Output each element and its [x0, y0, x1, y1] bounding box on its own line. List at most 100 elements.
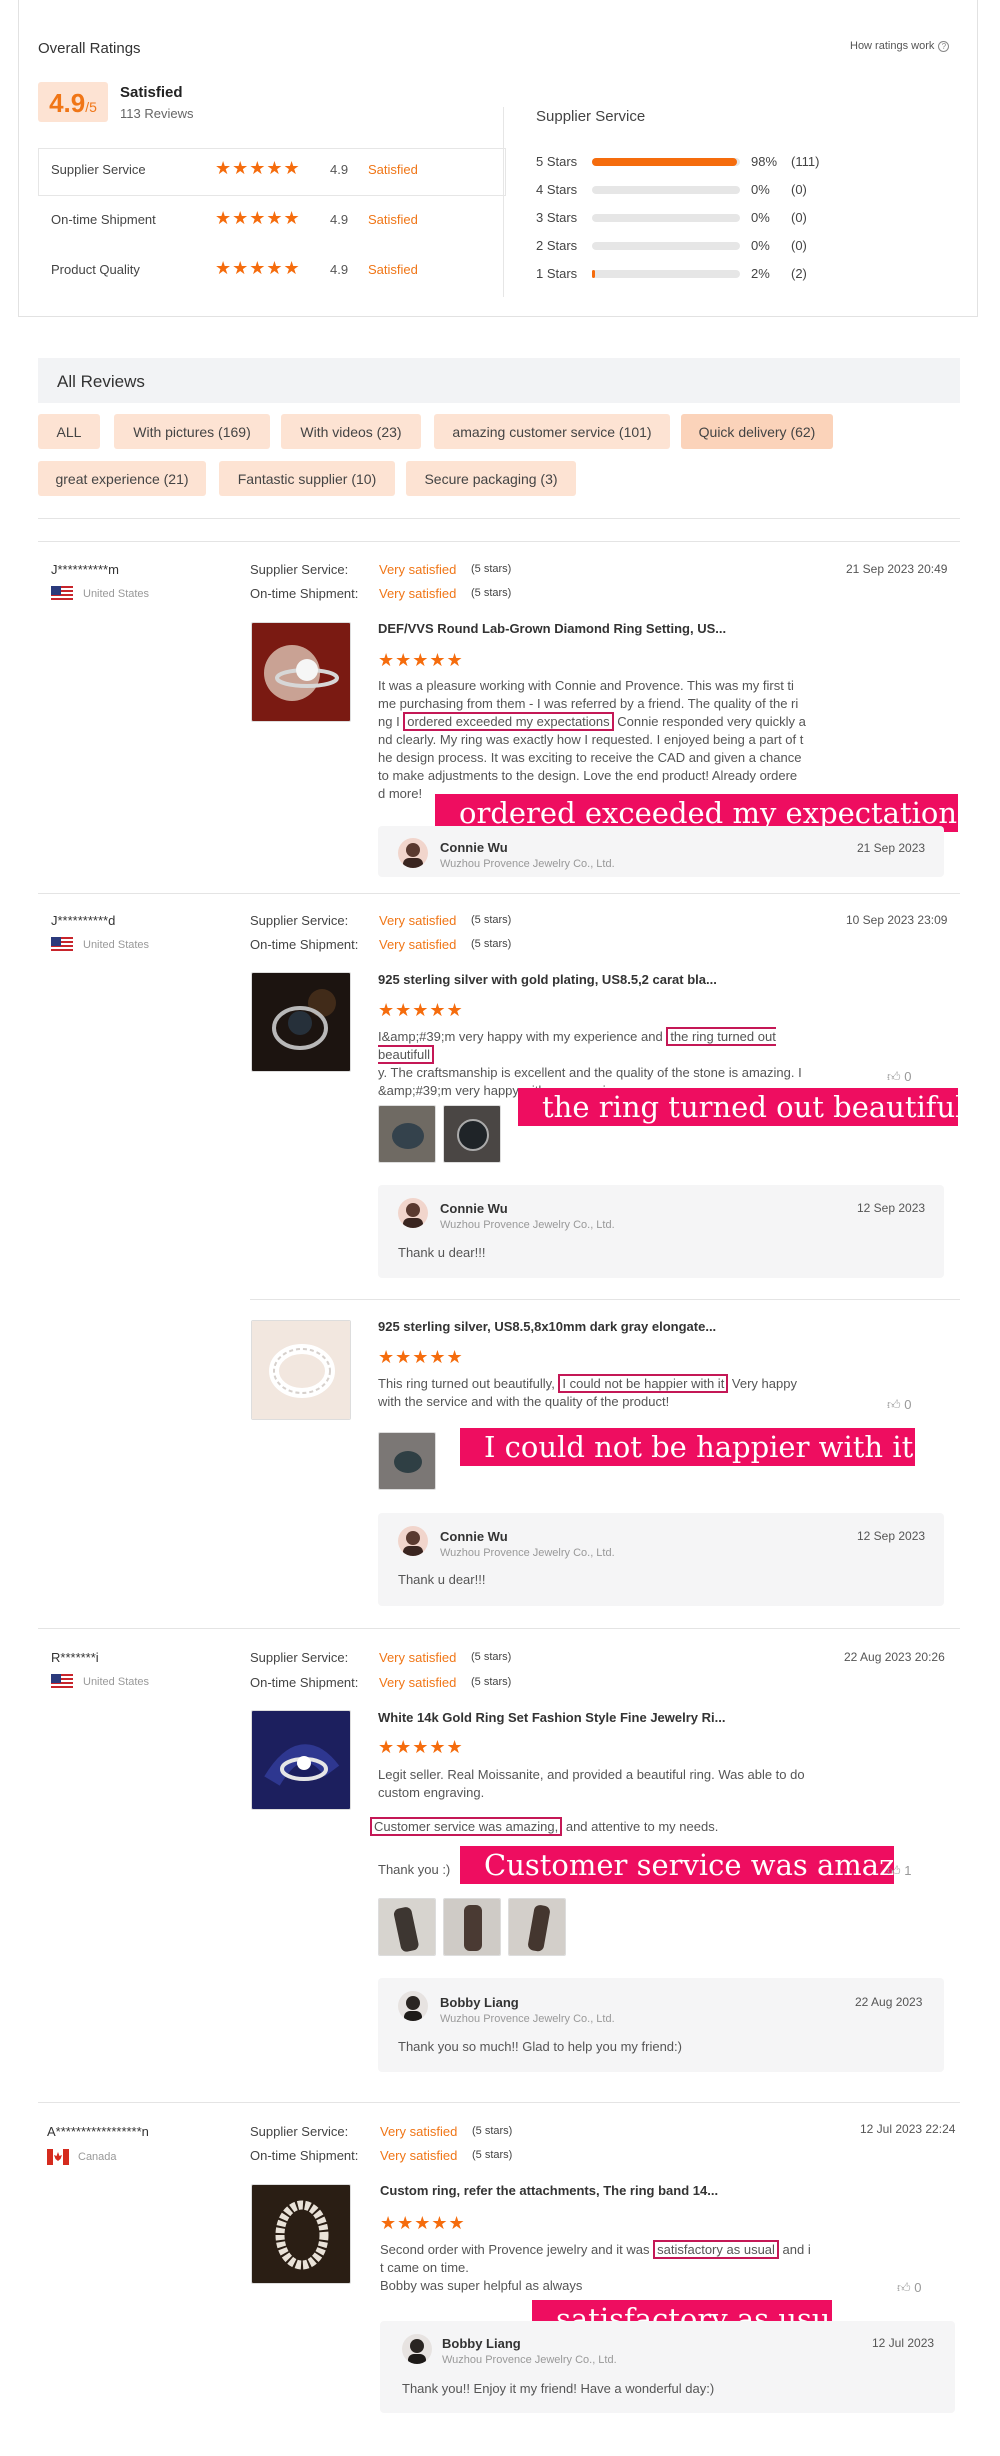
distribution-label: 2 Stars [536, 238, 578, 253]
replier-name: Connie Wu [440, 1201, 508, 1216]
product-image[interactable] [251, 2184, 351, 2284]
distribution-bar-fill [592, 270, 595, 278]
distribution-count: (2) [791, 266, 807, 281]
stars-count: (5 stars) [471, 563, 512, 575]
supplier-reply [380, 2321, 955, 2413]
ontime-shipment-label: On-time Shipment: [250, 1675, 359, 1690]
reviewer-country: United States [83, 1676, 150, 1688]
us-flag-icon [51, 937, 73, 953]
ontime-shipment-rating: Very satisfied [379, 1675, 457, 1690]
review-text: Thank you :) [378, 1862, 451, 1877]
highlight-phrase: Customer service was amazing, [370, 1817, 563, 1836]
score-max: /5 [85, 99, 97, 115]
filter-with-videos[interactable]: With videos (23) [281, 414, 421, 449]
stars-count: (5 stars) [471, 587, 512, 599]
reviewer-country: United States [83, 588, 150, 600]
distribution-percent: 2% [751, 266, 770, 281]
review-date: 21 Sep 2023 20:49 [846, 562, 948, 576]
rating-stars: ★★★★★ [378, 1347, 464, 1367]
overall-status: Satisfied [120, 84, 183, 101]
replier-company: Wuzhou Provence Jewelry Co., Ltd. [440, 858, 615, 870]
filter-all[interactable]: ALL [38, 414, 100, 449]
distribution-label: 3 Stars [536, 210, 578, 225]
filter-amazing-customer-service[interactable]: amazing customer service (101) [434, 414, 670, 449]
reply-date: 12 Jul 2023 [872, 2336, 935, 2350]
how-ratings-work-link[interactable]: How ratings work ? [850, 40, 950, 52]
ontime-shipment-label: On-time Shipment: [250, 586, 359, 601]
reply-date: 21 Sep 2023 [857, 841, 926, 855]
stars-count: (5 stars) [471, 1676, 512, 1688]
product-image[interactable] [251, 1320, 351, 1420]
review-text: This ring turned out beautifully, I coul… [378, 1374, 797, 1409]
distribution-bar [592, 158, 740, 166]
all-reviews-header [38, 358, 960, 403]
product-title[interactable]: DEF/VVS Round Lab-Grown Diamond Ring Set… [378, 621, 726, 636]
replier-avatar [402, 2334, 432, 2364]
product-image[interactable] [251, 972, 351, 1072]
review-text: Second order with Provence jewelry and i… [380, 2240, 811, 2293]
like-button[interactable]: 👍︎ 1 [887, 1863, 911, 1879]
all-reviews-title: All Reviews [57, 372, 145, 391]
review-photo[interactable] [378, 1105, 436, 1163]
rating-row-status: Satisfied [368, 212, 418, 227]
highlight-phrase: satisfactory as usual [653, 2240, 779, 2259]
product-title[interactable]: Custom ring, refer the attachments, The … [380, 2183, 718, 2198]
like-button[interactable]: 👍︎ 0 [887, 1397, 911, 1413]
product-title[interactable]: 925 sterling silver with gold plating, U… [378, 972, 717, 987]
review-date: 22 Aug 2023 20:26 [844, 1650, 945, 1664]
highlight-phrase: ordered exceeded my expectations [403, 712, 614, 731]
like-button[interactable]: 👍︎ 0 [887, 1069, 911, 1085]
supplier-service-label: Supplier Service: [250, 913, 349, 928]
filter-fantastic-supplier[interactable]: Fantastic supplier (10) [219, 461, 395, 496]
review-photo[interactable] [378, 1432, 436, 1490]
rating-row-status: Satisfied [368, 262, 418, 277]
review-photo[interactable] [378, 1898, 436, 1956]
review-photo[interactable] [443, 1105, 501, 1163]
thumbs-up-icon: 👍︎ [887, 1863, 901, 1878]
rating-stars: ★★★★★ [378, 1000, 464, 1020]
filter-great-experience[interactable]: great experience (21) [38, 461, 206, 496]
stars-count: (5 stars) [471, 938, 512, 950]
filter-secure-packaging[interactable]: Secure packaging (3) [406, 461, 576, 496]
stars-count: (5 stars) [471, 1651, 512, 1663]
distribution-percent: 0% [751, 238, 770, 253]
rating-stars: ★★★★★ [378, 1737, 464, 1757]
divider [38, 518, 960, 519]
review-date: 10 Sep 2023 23:09 [846, 913, 948, 927]
reply-text: Thank you so much!! Glad to help you my … [398, 2039, 682, 2054]
reply-text: Thank you!! Enjoy it my friend! Have a w… [402, 2381, 715, 2396]
product-image[interactable] [251, 622, 351, 722]
us-flag-icon [51, 1674, 73, 1690]
rating-row-status: Satisfied [368, 162, 418, 177]
product-title[interactable]: 925 sterling silver, US8.5,8x10mm dark g… [378, 1319, 716, 1334]
supplier-reply [378, 1513, 944, 1606]
reviewer-name: R*******i [51, 1650, 99, 1665]
review-count: 113 Reviews [120, 106, 194, 121]
canada-flag-icon [47, 2149, 69, 2165]
like-button[interactable]: 👍︎ 0 [897, 2280, 921, 2296]
supplier-reply [378, 1185, 944, 1278]
distribution-count: (0) [791, 238, 807, 253]
review-text: Legit seller. Real Moissanite, and provi… [378, 1767, 805, 1800]
filter-quick-delivery[interactable]: Quick delivery (62) [681, 414, 833, 449]
review-photo[interactable] [443, 1898, 501, 1956]
filter-with-pictures[interactable]: With pictures (169) [114, 414, 270, 449]
review-text: It was a pleasure working with Connie an… [378, 678, 806, 801]
review-photo[interactable] [508, 1898, 566, 1956]
ontime-shipment-rating: Very satisfied [379, 937, 457, 952]
distribution-bar [592, 270, 740, 278]
ontime-shipment-label: On-time Shipment: [250, 937, 359, 952]
distribution-title: Supplier Service [536, 108, 646, 125]
rating-row-value: 4.9 [330, 212, 349, 227]
replier-avatar [398, 1198, 428, 1228]
thumbs-up-icon: 👍︎ [897, 2280, 911, 2295]
product-image[interactable] [251, 1710, 351, 1810]
rating-row-stars: ★★★★★ [215, 208, 301, 228]
replier-name: Bobby Liang [442, 2336, 521, 2351]
summary-divider [503, 107, 504, 297]
thumbs-up-icon: 👍︎ [887, 1069, 901, 1084]
ontime-shipment-label: On-time Shipment: [250, 2148, 359, 2163]
distribution-bar [592, 186, 740, 194]
product-title[interactable]: White 14k Gold Ring Set Fashion Style Fi… [378, 1710, 725, 1725]
distribution-bar [592, 242, 740, 250]
